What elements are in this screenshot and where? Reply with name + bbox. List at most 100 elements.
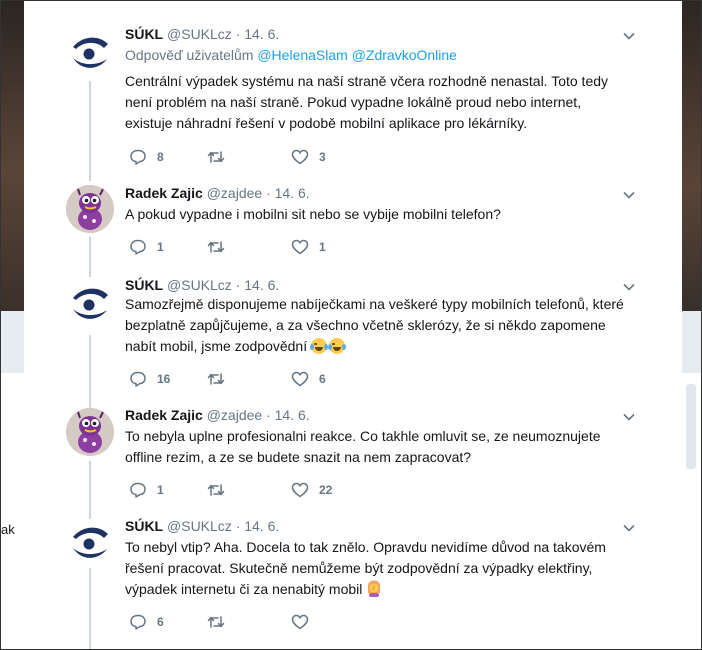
- tweet-actions: 6: [125, 612, 525, 632]
- tears-of-joy-emoji-icon: [310, 338, 328, 354]
- sukl-logo-icon: [73, 527, 108, 558]
- reply-count: 6: [157, 615, 164, 629]
- tweet-text-line: výpadek internetu či za nenabitý mobil: [125, 579, 645, 600]
- woman-facepalming-emoji-icon: [368, 580, 381, 597]
- tweet-date[interactable]: 14. 6.: [244, 518, 279, 534]
- avatar[interactable]: [66, 281, 114, 329]
- tweet-header: Radek Zajic @zajdee · 14. 6.: [125, 185, 310, 201]
- tweet-text-line: Centrální výpadek systému na naší straně…: [125, 73, 609, 89]
- tweet-text-fragment: nabít mobil, jsme zodpovědní: [125, 338, 308, 354]
- conversation-panel: SÚKL @SUKLcz · 14. 6. Odpověď uživatelům…: [24, 1, 682, 649]
- like-count: 22: [319, 483, 333, 497]
- retweet-icon: [207, 241, 225, 253]
- author-name[interactable]: SÚKL: [125, 26, 163, 42]
- reply-button[interactable]: 6: [129, 612, 164, 632]
- chevron-down-icon[interactable]: [622, 188, 636, 202]
- tweet-text-line: offline rezim, a ze se budete snazit na …: [125, 449, 472, 465]
- background-page-left: ak: [1, 1, 24, 649]
- like-button[interactable]: [291, 612, 319, 632]
- tweet-date[interactable]: 14. 6.: [244, 277, 279, 293]
- separator-dot: ·: [235, 518, 241, 534]
- tweet-text-line: řešení pracovat. Skutečně nemůžeme být z…: [125, 560, 593, 576]
- like-button[interactable]: 22: [291, 480, 332, 500]
- reply-count: 16: [157, 372, 171, 386]
- tweet-text-line: není problém na naší straně. Pokud vypad…: [125, 94, 582, 110]
- reply-button[interactable]: 16: [129, 369, 170, 389]
- reply-button[interactable]: 8: [129, 147, 164, 167]
- retweet-button[interactable]: [207, 369, 235, 389]
- avatar[interactable]: [66, 185, 114, 233]
- chevron-down-icon[interactable]: [622, 280, 636, 294]
- tweet-text: Samozřejmě disponujeme nabíječkami na ve…: [125, 294, 645, 357]
- reply-count: 1: [157, 240, 164, 254]
- tweet-actions: 8 3: [125, 147, 525, 167]
- author-name[interactable]: Radek Zajic: [125, 407, 203, 423]
- retweet-icon: [207, 616, 225, 628]
- tweet-text: Centrální výpadek systému na naší straně…: [125, 71, 645, 134]
- author-handle[interactable]: @SUKLcz: [167, 277, 232, 293]
- tweet-text-line: To nebyl vtip? Aha. Docela to tak znělo.…: [125, 539, 606, 555]
- retweet-button[interactable]: [207, 147, 235, 167]
- author-handle[interactable]: @SUKLcz: [167, 518, 232, 534]
- avatar[interactable]: [66, 30, 114, 78]
- chevron-down-icon[interactable]: [622, 29, 636, 43]
- tweet-header: Radek Zajic @zajdee · 14. 6.: [125, 407, 310, 423]
- like-button[interactable]: 6: [291, 369, 326, 389]
- tweet-date[interactable]: 14. 6.: [275, 185, 310, 201]
- separator-dot: ·: [266, 407, 271, 423]
- retweet-icon: [207, 373, 225, 385]
- chevron-down-icon[interactable]: [622, 521, 636, 535]
- author-handle[interactable]: @zajdee: [207, 185, 262, 201]
- tweet[interactable]: SÚKL @SUKLcz · 14. 6. To nebyl vtip? Aha…: [24, 518, 682, 649]
- tweet[interactable]: Radek Zajic @zajdee · 14. 6. A pokud vyp…: [24, 185, 682, 265]
- heart-icon: [291, 371, 309, 387]
- tears-of-joy-emoji-icon: [328, 338, 346, 354]
- separator-dot: ·: [235, 26, 241, 42]
- mention-link[interactable]: @HelenaSlam: [257, 47, 347, 63]
- like-button[interactable]: 1: [291, 237, 326, 257]
- reply-icon: [130, 482, 146, 498]
- reply-icon: [130, 614, 146, 630]
- tweet[interactable]: Radek Zajic @zajdee · 14. 6. To nebyla u…: [24, 407, 682, 507]
- reply-icon: [130, 239, 146, 255]
- reply-icon: [130, 371, 146, 387]
- tweet-date[interactable]: 14. 6.: [244, 26, 279, 42]
- author-name[interactable]: Radek Zajic: [125, 185, 203, 201]
- tweet-text: To nebyla uplne profesionalni reakce. Co…: [125, 426, 645, 468]
- tweet-actions: 16 6: [125, 369, 525, 389]
- author-handle[interactable]: @zajdee: [207, 407, 262, 423]
- heart-icon: [291, 149, 309, 165]
- tweet-date[interactable]: 14. 6.: [275, 407, 310, 423]
- like-button[interactable]: 3: [291, 147, 326, 167]
- mention-link[interactable]: @ZdravkoOnline: [352, 47, 457, 63]
- retweet-button[interactable]: [207, 237, 235, 257]
- reply-button[interactable]: 1: [129, 237, 164, 257]
- author-handle[interactable]: @SUKLcz: [167, 26, 232, 42]
- retweet-button[interactable]: [207, 480, 235, 500]
- avatar[interactable]: [66, 520, 114, 568]
- author-name[interactable]: SÚKL: [125, 277, 163, 293]
- reply-button[interactable]: 1: [129, 480, 164, 500]
- like-count: 1: [319, 240, 326, 254]
- avatar[interactable]: [66, 408, 114, 456]
- reply-prefix: Odpověď uživatelům: [125, 47, 254, 63]
- background-strip-right: [682, 311, 701, 373]
- background-photo-right: [682, 1, 701, 311]
- author-name[interactable]: SÚKL: [125, 518, 163, 534]
- heart-icon: [291, 482, 309, 498]
- reply-count: 1: [157, 483, 164, 497]
- sukl-logo-icon: [73, 288, 108, 319]
- tweet-text-fragment: výpadek internetu či za nenabitý mobil: [125, 581, 363, 597]
- retweet-button[interactable]: [207, 612, 235, 632]
- tweet-actions: 1 1: [125, 237, 525, 257]
- retweet-icon: [207, 484, 225, 496]
- reply-context: Odpověď uživatelům @HelenaSlam @ZdravkoO…: [125, 47, 457, 63]
- like-count: 6: [319, 372, 326, 386]
- tweet-header: SÚKL @SUKLcz · 14. 6.: [125, 518, 279, 534]
- chevron-down-icon[interactable]: [622, 410, 636, 424]
- tweet[interactable]: SÚKL @SUKLcz · 14. 6. Odpověď uživatelům…: [24, 26, 682, 176]
- tweet[interactable]: SÚKL @SUKLcz · 14. 6. Samozřejmě disponu…: [24, 277, 682, 392]
- tweet-text-line: A pokud vypadne i mobilni sit nebo se vy…: [125, 206, 501, 222]
- tweet-actions: 1 22: [125, 480, 525, 500]
- reply-icon: [130, 149, 146, 165]
